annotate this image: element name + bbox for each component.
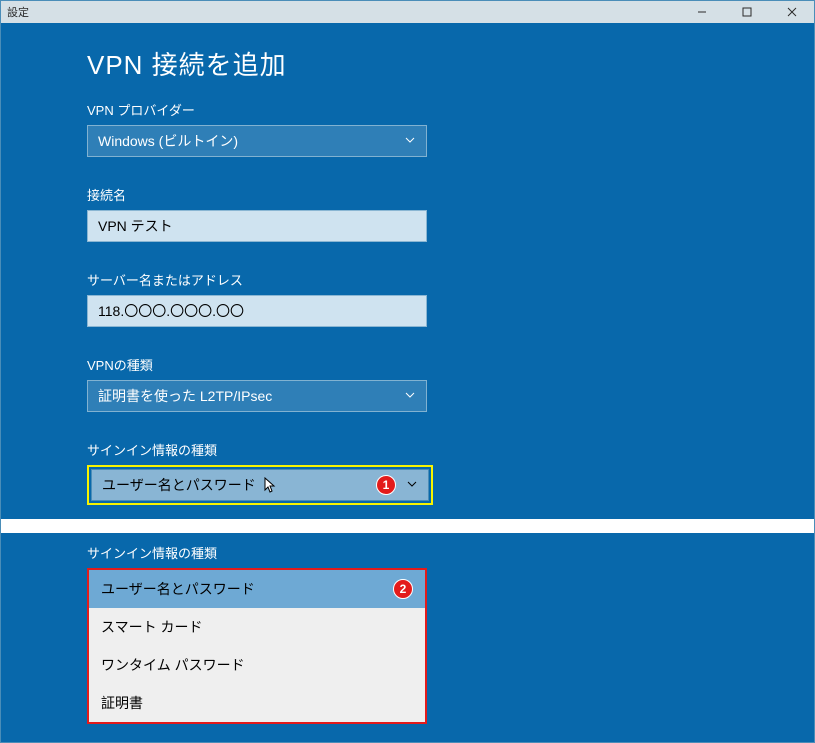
connection-name-input[interactable]: VPN テスト <box>87 210 427 242</box>
signin-type-group: サインイン情報の種類 ユーザー名とパスワード 1 <box>87 440 814 505</box>
dropdown-item-certificate[interactable]: 証明書 <box>89 684 425 722</box>
maximize-button[interactable] <box>724 1 769 23</box>
server-input[interactable]: 118.〇〇〇.〇〇〇.〇〇 <box>87 295 427 327</box>
signin-type-select[interactable]: ユーザー名とパスワード 1 <box>91 469 429 501</box>
dropdown-item-label: ワンタイム パスワード <box>101 655 245 675</box>
dropdown-item-label: ユーザー名とパスワード <box>101 579 255 599</box>
page-title: VPN 接続を追加 <box>87 45 814 82</box>
vpn-type-label: VPNの種類 <box>87 355 814 374</box>
provider-group: VPN プロバイダー Windows (ビルトイン) <box>87 100 814 157</box>
dropdown-item-username-password[interactable]: ユーザー名とパスワード 2 <box>89 570 425 608</box>
signin-type-label: サインイン情報の種類 <box>87 440 814 459</box>
chevron-down-icon <box>404 134 416 149</box>
settings-window: 設定 VPN 接続を追加 VPN プロバイダー Windows (ビルトイン) <box>0 0 815 743</box>
signin-type-dropdown: ユーザー名とパスワード 2 スマート カード ワンタイム パスワード 証明書 <box>87 568 427 724</box>
signin-type-label-2: サインイン情報の種類 <box>87 543 814 562</box>
chevron-down-icon <box>406 478 418 493</box>
dropdown-item-onetime-password[interactable]: ワンタイム パスワード <box>89 646 425 684</box>
dropdown-item-smartcard[interactable]: スマート カード <box>89 608 425 646</box>
chevron-down-icon <box>404 389 416 404</box>
signin-type-value: ユーザー名とパスワード <box>102 475 256 495</box>
connection-name-group: 接続名 VPN テスト <box>87 185 814 242</box>
vpn-type-select[interactable]: 証明書を使った L2TP/IPsec <box>87 380 427 412</box>
provider-label: VPN プロバイダー <box>87 100 814 119</box>
vpn-type-value: 証明書を使った L2TP/IPsec <box>98 386 272 406</box>
minimize-button[interactable] <box>679 1 724 23</box>
signin-options-group: サインイン情報の種類 ユーザー名とパスワード 2 スマート カード ワンタイム … <box>87 533 814 724</box>
dropdown-item-label: 証明書 <box>101 693 143 713</box>
annotation-badge-2: 2 <box>393 579 413 599</box>
window-title: 設定 <box>7 4 29 20</box>
separator <box>1 519 814 533</box>
dropdown-item-label: スマート カード <box>101 617 202 637</box>
server-group: サーバー名またはアドレス 118.〇〇〇.〇〇〇.〇〇 <box>87 270 814 327</box>
server-value: 118.〇〇〇.〇〇〇.〇〇 <box>98 301 244 321</box>
annotation-badge-1: 1 <box>376 475 396 495</box>
vpn-add-panel: VPN 接続を追加 VPN プロバイダー Windows (ビルトイン) 接続名… <box>1 23 814 742</box>
window-controls <box>679 1 814 23</box>
vpn-type-group: VPNの種類 証明書を使った L2TP/IPsec <box>87 355 814 412</box>
connection-name-label: 接続名 <box>87 185 814 204</box>
provider-select[interactable]: Windows (ビルトイン) <box>87 125 427 157</box>
server-label: サーバー名またはアドレス <box>87 270 814 289</box>
highlight-annotation-1: ユーザー名とパスワード 1 <box>87 465 433 505</box>
connection-name-value: VPN テスト <box>98 216 173 236</box>
close-button[interactable] <box>769 1 814 23</box>
cursor-icon <box>264 477 278 498</box>
provider-value: Windows (ビルトイン) <box>98 131 238 151</box>
titlebar: 設定 <box>1 1 814 23</box>
